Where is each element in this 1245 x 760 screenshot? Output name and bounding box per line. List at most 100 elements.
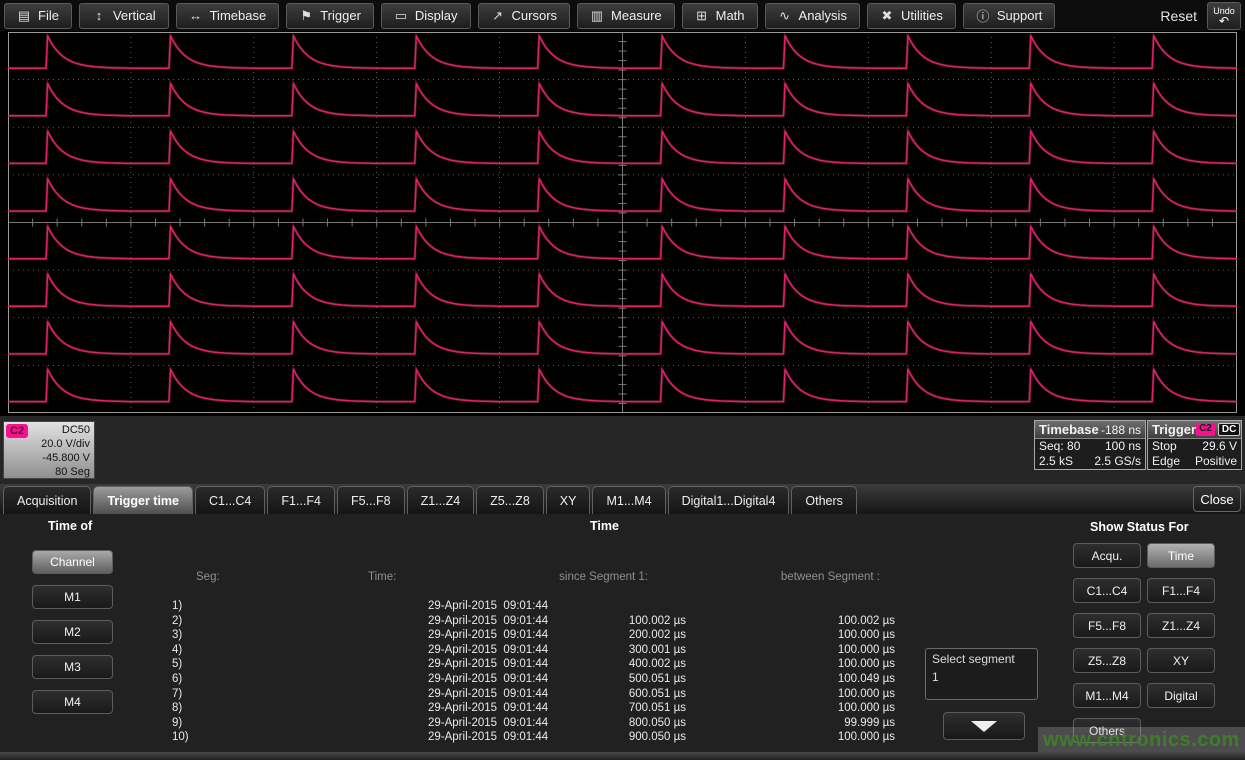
menu-button-timebase[interactable]: ↔Timebase <box>176 3 280 29</box>
status-button-acqu-[interactable]: Acqu. <box>1073 543 1141 568</box>
cell-since: 500.051 µs <box>530 673 686 685</box>
status-button-xy[interactable]: XY <box>1147 648 1215 673</box>
timebase-seq: Seq: 80 <box>1039 439 1080 454</box>
time-of-buttons: Channel M1 M2 M3 M4 <box>32 550 113 714</box>
menu-button-cursors[interactable]: ↗Cursors <box>478 3 571 29</box>
cell-seg: 6) <box>172 673 182 685</box>
tab-f1-f4[interactable]: F1...F4 <box>267 486 335 514</box>
time-of-button-m1[interactable]: M1 <box>32 585 113 609</box>
cell-between: 100.000 µs <box>739 702 895 714</box>
table-row: 7)29-April-2015 09:01:44600.051 µs100.00… <box>150 688 910 702</box>
file-icon: ▤ <box>17 8 31 24</box>
reset-button[interactable]: Reset <box>1160 8 1197 24</box>
menu-button-utilities[interactable]: ✖Utilities <box>867 3 956 29</box>
time-of-title: Time of <box>48 519 92 533</box>
menu-label: Measure <box>611 8 662 23</box>
cell-seg: 8) <box>172 702 182 714</box>
show-status-buttons: Acqu.TimeC1...C4F1...F4F5...F8Z1...Z4Z5.… <box>1073 543 1215 743</box>
menu-bar: ▤File ↕Vertical ↔Timebase⚑Trigger ▭Display ↗… <box>0 0 1245 31</box>
timebase-title: Timebase <box>1039 422 1099 437</box>
cell-between: 100.000 µs <box>739 644 895 656</box>
menu-right: Reset Undo ↶ <box>1160 2 1245 30</box>
show-status-title: Show Status For <box>1090 520 1189 534</box>
undo-icon: ↶ <box>1219 16 1229 26</box>
trigger-type: Edge <box>1152 454 1180 469</box>
cell-between: 100.000 µs <box>739 688 895 700</box>
tab-others[interactable]: Others <box>791 486 857 514</box>
trigger-slope: Positive <box>1195 454 1237 469</box>
waveform-display[interactable] <box>0 31 1245 415</box>
status-button-f5-f8[interactable]: F5...F8 <box>1073 613 1141 638</box>
trigger-icon: ⚑ <box>299 8 313 24</box>
time-of-button-channel[interactable]: Channel <box>32 550 113 574</box>
menu-button-support[interactable]: ⓘSupport <box>963 3 1056 29</box>
cell-seg: 2) <box>172 615 182 627</box>
tab-c1-c4[interactable]: C1...C4 <box>195 486 265 514</box>
timebase-descriptor[interactable]: Timebase -188 ns Seq: 80 100 ns 2.5 kS 2… <box>1034 420 1146 470</box>
tab-acquisition[interactable]: Acquisition <box>3 486 91 514</box>
cell-since: 100.002 µs <box>530 615 686 627</box>
select-segment-field[interactable]: Select segment 1 <box>925 648 1038 700</box>
menu-button-trigger[interactable]: ⚑Trigger <box>286 3 374 29</box>
channel-segments: 80 Seg <box>6 465 90 479</box>
trigger-descriptor[interactable]: Trigger C2 DC Stop 29.6 V Edge Positive <box>1147 420 1242 470</box>
cell-seg: 3) <box>172 629 182 641</box>
table-row: 4)29-April-2015 09:01:44300.001 µs100.00… <box>150 644 910 658</box>
cell-seg: 1) <box>172 600 182 612</box>
tab-f5-f8[interactable]: F5...F8 <box>337 486 405 514</box>
cell-time: 29-April-2015 09:01:44 <box>428 600 548 612</box>
cell-since: 300.001 µs <box>530 644 686 656</box>
channel-badge: C2 <box>6 424 28 438</box>
timebase-header: Timebase -188 ns <box>1035 421 1145 439</box>
cell-since: 900.050 µs <box>530 731 686 743</box>
timebase-icon: ↔ <box>189 8 203 23</box>
status-button-time[interactable]: Time <box>1147 543 1215 568</box>
status-button-m1-m4[interactable]: M1...M4 <box>1073 683 1141 708</box>
channel-offset: -45.800 V <box>6 451 90 465</box>
cell-seg: 4) <box>172 644 182 656</box>
tab-z5-z8[interactable]: Z5...Z8 <box>476 486 544 514</box>
cell-since: 200.002 µs <box>530 629 686 641</box>
menu-button-vertical[interactable]: ↕Vertical <box>79 3 169 29</box>
tab-m1-m4[interactable]: M1...M4 <box>592 486 665 514</box>
status-button-z5-z8[interactable]: Z5...Z8 <box>1073 648 1141 673</box>
menu-button-analysis[interactable]: ∿Analysis <box>765 3 860 29</box>
status-button-z1-z4[interactable]: Z1...Z4 <box>1147 613 1215 638</box>
watermark-text: www.cntronics.com <box>1043 729 1240 752</box>
cell-since: 400.002 µs <box>530 658 686 670</box>
status-button-c1-c4[interactable]: C1...C4 <box>1073 578 1141 603</box>
tab-trigger-time[interactable]: Trigger time <box>93 486 193 514</box>
menu-button-measure[interactable]: ▥Measure <box>577 3 675 29</box>
menu-button-math[interactable]: ⊞Math <box>682 3 758 29</box>
menu-button-display[interactable]: ▭Display <box>381 3 471 29</box>
math-icon: ⊞ <box>695 8 709 24</box>
trigger-title: Trigger <box>1152 422 1196 437</box>
trigger-source-badge: C2 <box>1196 423 1215 436</box>
undo-button[interactable]: Undo ↶ <box>1207 2 1241 30</box>
status-button-digital[interactable]: Digital <box>1147 683 1215 708</box>
table-row: 3)29-April-2015 09:01:44200.002 µs100.00… <box>150 629 910 643</box>
cell-seg: 9) <box>172 717 182 729</box>
timebase-sample-rate: 2.5 GS/s <box>1094 454 1141 469</box>
tab-z1-z4[interactable]: Z1...Z4 <box>407 486 475 514</box>
close-button[interactable]: Close <box>1193 486 1241 512</box>
menu-button-file[interactable]: ▤File <box>4 3 72 29</box>
table-row: 9)29-April-2015 09:01:44800.050 µs99.999… <box>150 717 910 731</box>
tab-xy[interactable]: XY <box>546 486 591 514</box>
trigger-coupling-badge: DC <box>1218 423 1240 436</box>
cell-since: 700.051 µs <box>530 702 686 714</box>
time-of-button-m3[interactable]: M3 <box>32 655 113 679</box>
time-of-button-m4[interactable]: M4 <box>32 690 113 714</box>
table-row: 2)29-April-2015 09:01:44100.002 µs100.00… <box>150 615 910 629</box>
oscilloscope-screen: ▤File↕Vertical↔Timebase⚑Trigger▭Display↗… <box>0 0 1245 760</box>
channel-descriptor-c2[interactable]: C2 DC50 20.0 V/div -45.800 V 80 Seg <box>3 421 95 479</box>
cell-between: 100.000 µs <box>739 629 895 641</box>
timebase-delay: -188 ns <box>1101 423 1141 437</box>
tab-digital1-digital4[interactable]: Digital1...Digital4 <box>668 486 790 514</box>
time-of-button-m2[interactable]: M2 <box>32 620 113 644</box>
status-button-f1-f4[interactable]: F1...F4 <box>1147 578 1215 603</box>
cell-between: 100.000 µs <box>739 658 895 670</box>
segment-down-button[interactable] <box>943 712 1025 740</box>
down-arrow-icon <box>971 721 997 732</box>
support-icon: ⓘ <box>976 6 990 25</box>
